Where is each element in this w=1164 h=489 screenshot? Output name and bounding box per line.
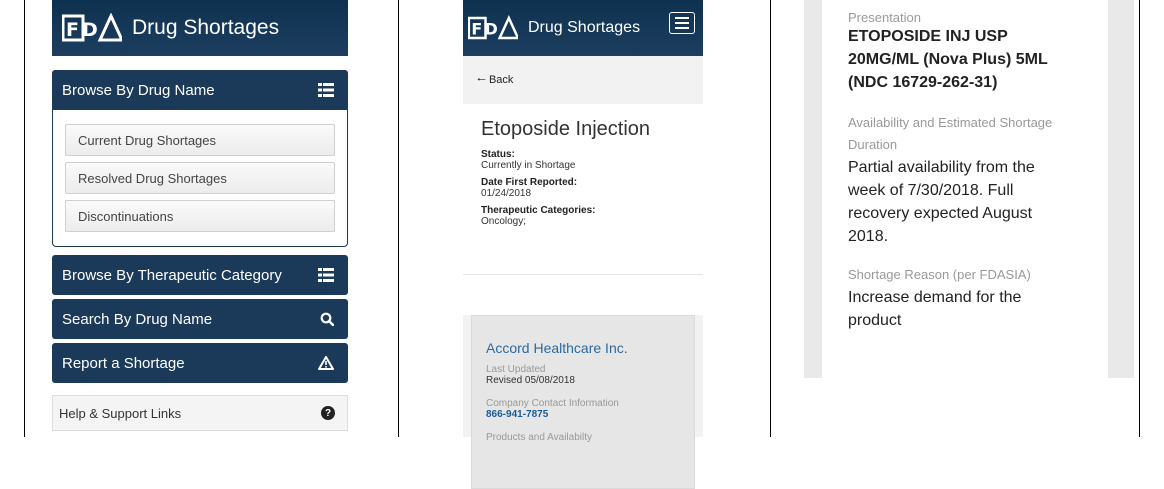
warning-icon [318, 356, 334, 370]
availability-label-line: Duration [848, 137, 898, 152]
shortage-reason-label: Shortage Reason (per FDASIA) [848, 267, 1031, 282]
browse-by-drug-name-button[interactable]: Browse By Drug Name [52, 70, 348, 110]
products-availability-label: Products and Availabilty [486, 432, 592, 443]
search-icon [320, 312, 334, 326]
drug-detail-card: Etoposide Injection Status: Currently in… [463, 104, 703, 274]
menu-label: Browse By Therapeutic Category [62, 266, 282, 284]
divider [463, 274, 703, 315]
list-icon [318, 83, 334, 97]
svg-text:D: D [82, 19, 98, 41]
company-contact-label: Company Contact Information [486, 398, 619, 409]
report-a-shortage-button[interactable]: Report a Shortage [52, 343, 348, 383]
app-title: Drug Shortages [132, 16, 280, 39]
therapeutic-categories-label: Therapeutic Categories: [481, 205, 596, 216]
arrow-left-icon: 🠀 [477, 73, 486, 86]
date-first-reported-value: 01/24/2018 [481, 188, 532, 199]
back-label: Back [488, 74, 514, 86]
status-label: Status: [481, 149, 515, 160]
svg-text:F: F [66, 19, 79, 41]
svg-text:F: F [471, 20, 482, 39]
hamburger-line-icon [675, 17, 689, 19]
browse-by-therapeutic-category-button[interactable]: Browse By Therapeutic Category [52, 255, 348, 295]
shortage-reason-line: Increase demand for the [848, 289, 1022, 306]
menu-label: Search By Drug Name [62, 310, 213, 328]
browse-by-name-submenu: Current Drug Shortages Resolved Drug Sho… [52, 110, 348, 247]
presentation-line: 20MG/ML (Nova Plus) 5ML [848, 51, 1048, 68]
fda-logo-icon: F D [62, 13, 122, 42]
date-first-reported-label: Date First Reported: [481, 177, 578, 188]
current-drug-shortages-button[interactable]: Current Drug Shortages [65, 124, 335, 156]
company-card: Accord Healthcare Inc. Last Updated Revi… [471, 315, 695, 489]
presentation-line: (NDC 16729-262-31) [848, 74, 998, 91]
therapeutic-categories-value: Oncology; [481, 216, 527, 227]
panel-divider-1 [398, 0, 399, 437]
svg-text:D: D [485, 20, 498, 39]
app-header: F D Drug Shortages [463, 0, 703, 56]
status-value: Currently in Shortage [481, 160, 576, 171]
resolved-drug-shortages-button[interactable]: Resolved Drug Shortages [65, 162, 335, 194]
shortage-detail-screen: Presentation ETOPOSIDE INJ USP 20MG/ML (… [804, 0, 1134, 378]
last-updated-label: Last Updated [486, 364, 546, 375]
discontinuations-button[interactable]: Discontinuations [65, 200, 335, 232]
menu-label: Report a Shortage [62, 354, 185, 372]
presentation-label: Presentation [848, 10, 921, 25]
question-circle-icon: ? [321, 406, 335, 420]
company-phone-link[interactable]: 866-941-7875 [486, 409, 682, 420]
list-icon [318, 268, 334, 282]
availability-line: Partial availability from the [848, 159, 1035, 176]
help-label: Help & Support Links [59, 405, 182, 421]
panel-divider-2 [770, 0, 771, 437]
fda-logo[interactable]: F D Drug Shortages [62, 13, 279, 43]
shortage-reason-line: product [848, 312, 902, 329]
menu-label: Browse By Drug Name [62, 81, 215, 99]
availability-line: week of 7/30/2018. Full [848, 182, 1014, 199]
availability-line: 2018. [848, 228, 889, 245]
hamburger-line-icon [675, 22, 689, 24]
back-link[interactable]: 🠀 Back [473, 56, 693, 104]
shortage-detail-card: Presentation ETOPOSIDE INJ USP 20MG/ML (… [822, 0, 1108, 378]
fda-logo-icon: F D [468, 15, 518, 40]
presentation-line: ETOPOSIDE INJ USP [848, 28, 1008, 45]
app-header: F D Drug Shortages [52, 0, 348, 56]
menu-toggle-button[interactable] [669, 12, 695, 34]
drug-title: Etoposide Injection [481, 118, 651, 140]
availability-label: Availability and Estimated Shortage Dura… [848, 112, 1096, 156]
browse-by-name-section: Browse By Drug Name Current Drug Shortag… [52, 70, 348, 247]
company-name-link[interactable]: Accord Healthcare Inc. [486, 340, 682, 356]
app-title: Drug Shortages [528, 19, 641, 36]
availability-label-line: Availability and Estimated Shortage [848, 115, 1053, 130]
help-support-links-button[interactable]: Help & Support Links ? [52, 395, 348, 431]
fda-logo[interactable]: F D Drug Shortages [468, 15, 640, 41]
menu-screen: F D Drug Shortages Browse By Drug Name C… [52, 0, 348, 437]
drug-detail-screen: F D Drug Shortages 🠀 Back Etoposide Inje… [463, 0, 703, 489]
availability-line: recovery expected August [848, 205, 1033, 222]
search-by-drug-name-button[interactable]: Search By Drug Name [52, 299, 348, 339]
last-updated-value: Revised 05/08/2018 [486, 375, 575, 386]
hamburger-line-icon [675, 27, 689, 29]
